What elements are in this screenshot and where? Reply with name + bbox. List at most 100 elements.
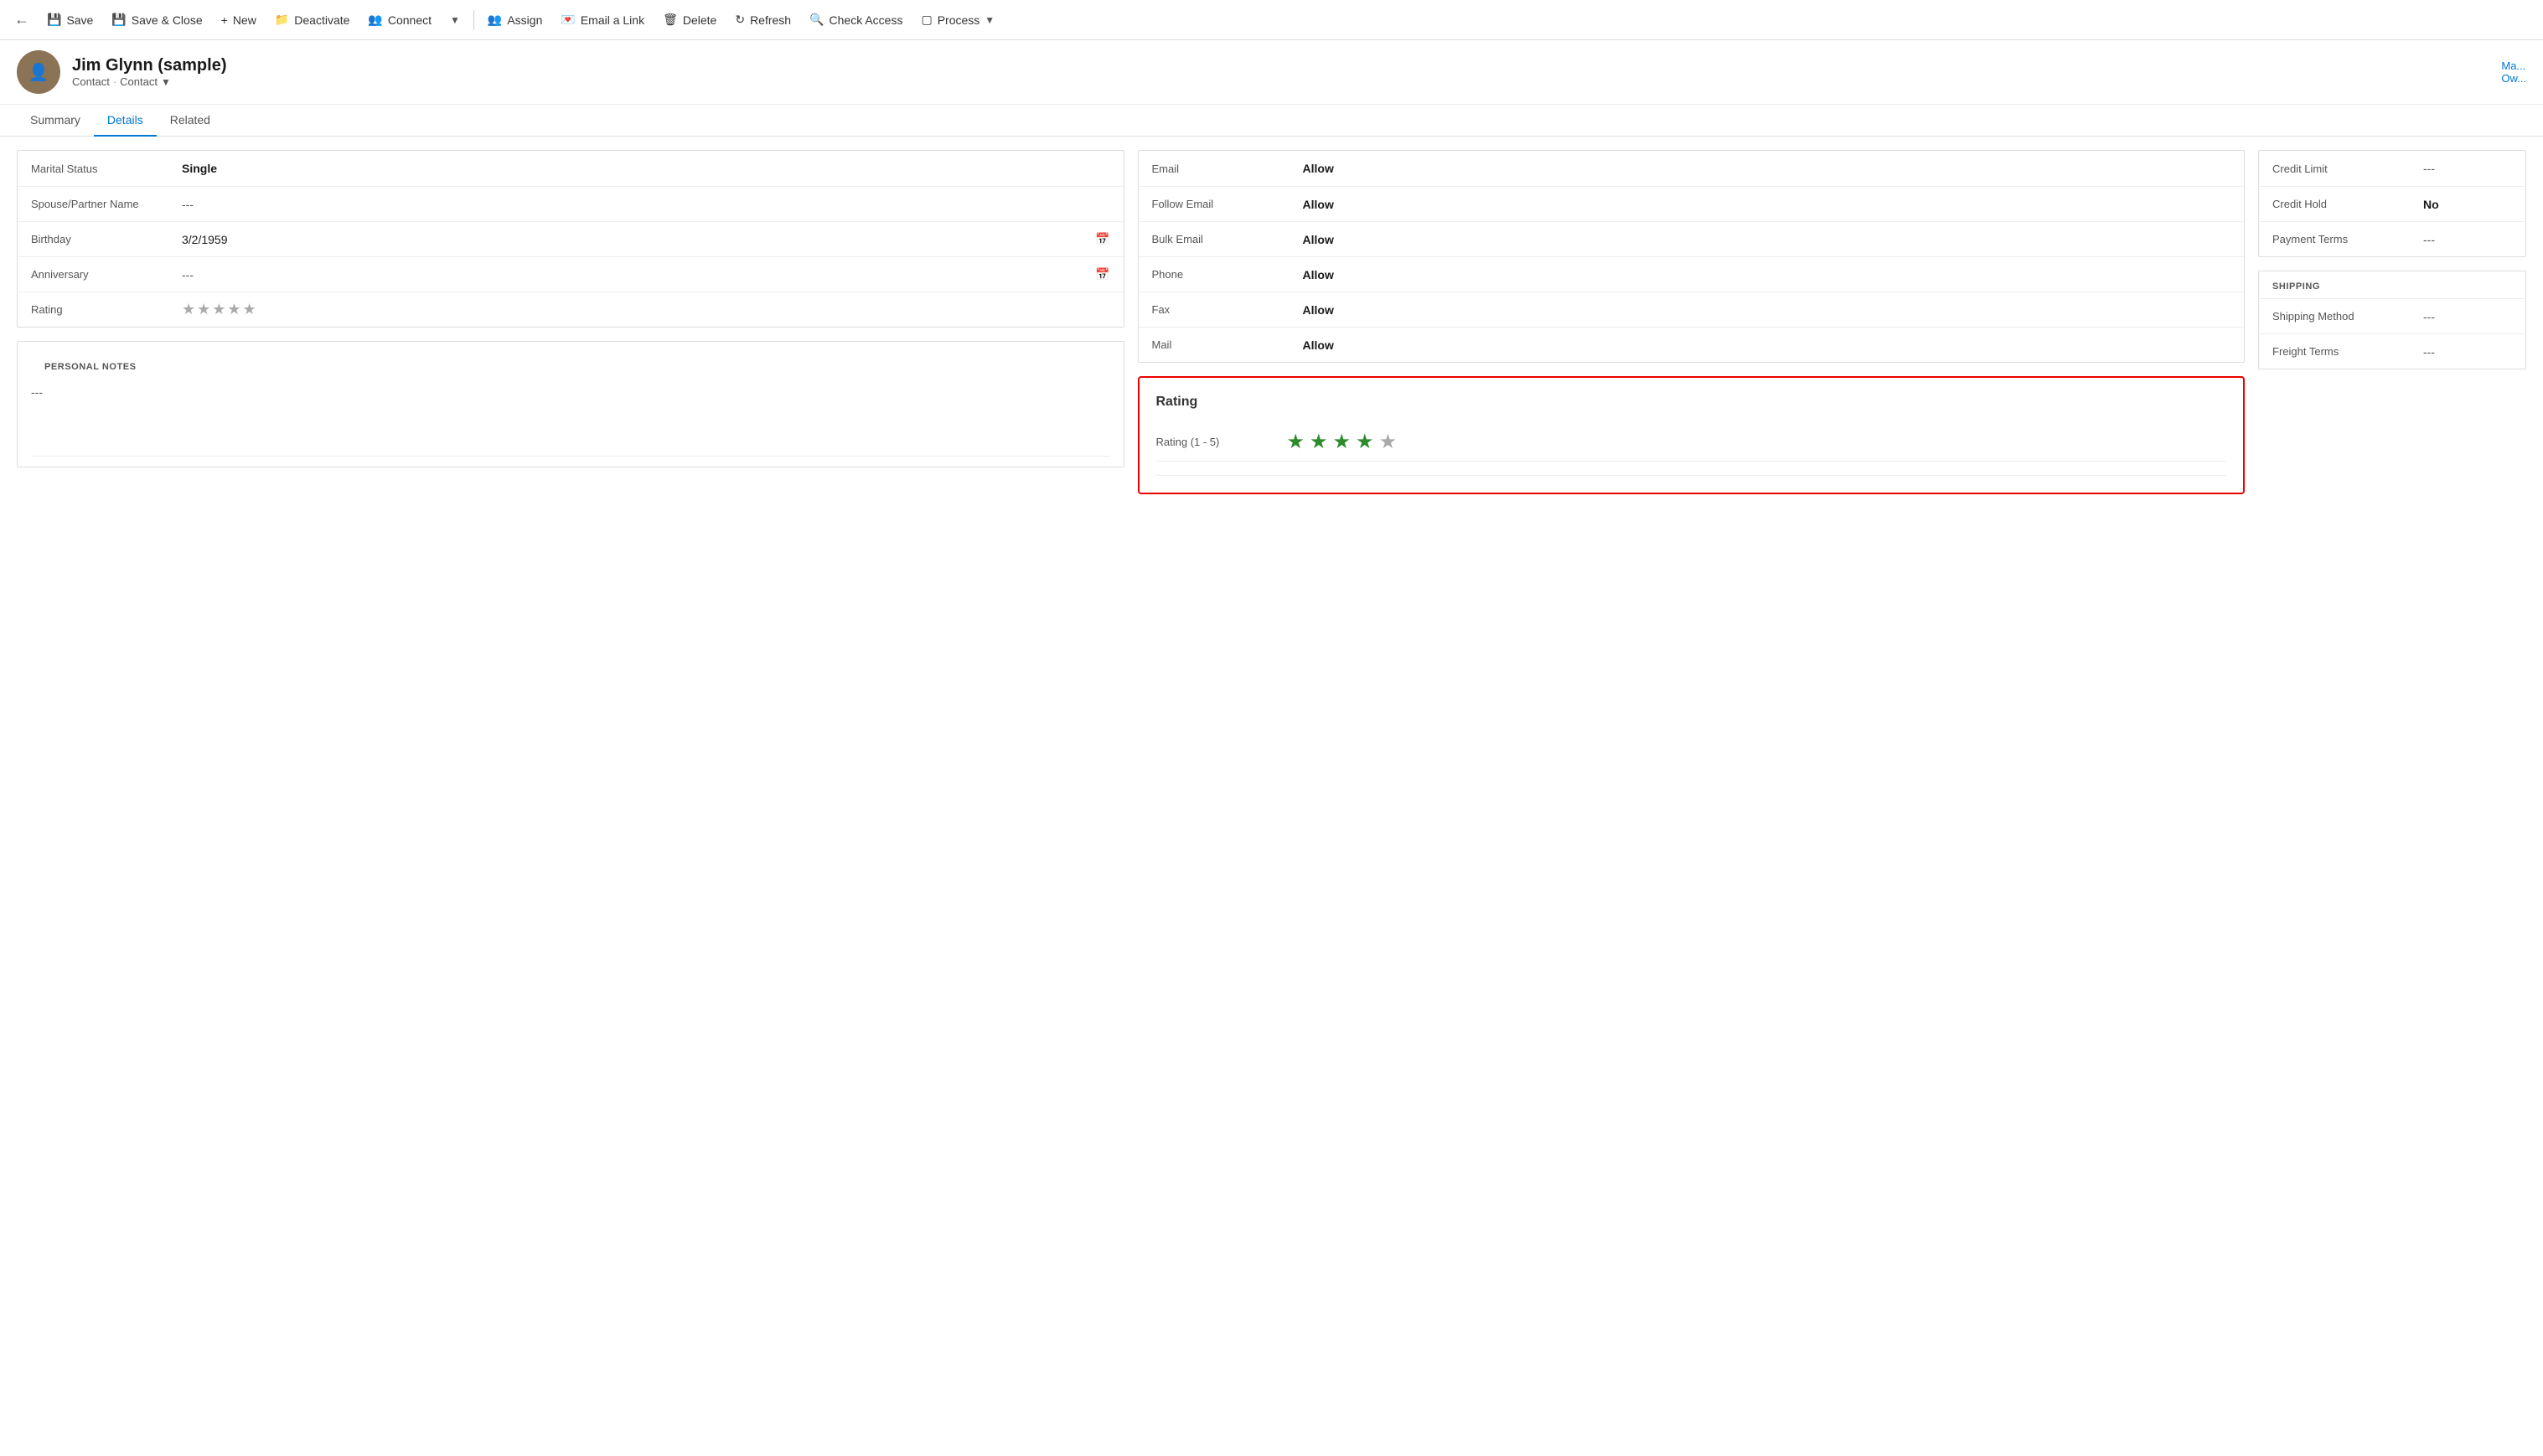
rating-popup-stars[interactable]: ★ ★ ★ ★ ★ [1287,430,1398,454]
phone-pref-row: Phone Allow [1139,256,2245,292]
fax-pref-row: Fax Allow [1139,292,2245,327]
email-pref-row: Email Allow [1139,151,2245,186]
assign-button[interactable]: 👥 Assign [479,8,550,32]
spouse-name-row: Spouse/Partner Name --- [18,186,1124,221]
delete-button[interactable]: 🗑 Delete [654,8,725,32]
dropdown-button[interactable]: ▼ [442,9,468,31]
freight-terms-value: --- [2423,345,2512,359]
credit-limit-label: Credit Limit [2272,163,2423,175]
birthday-calendar-icon[interactable]: 📅 [1095,232,1109,246]
save-close-icon: 💾 [111,13,126,27]
payment-terms-row: Payment Terms --- [2259,221,2525,256]
star-3[interactable]: ★ [1333,430,1352,454]
back-button[interactable]: ← [7,5,37,35]
mail-pref-row: Mail Allow [1139,327,2245,362]
payment-terms-value: --- [2423,233,2512,246]
bulk-email-row: Bulk Email Allow [1139,221,2245,256]
freight-terms-label: Freight Terms [2272,345,2423,358]
contact-preferences-card: Email Allow Follow Email Allow Bulk Emai… [1138,150,2246,363]
save-icon: 💾 [47,13,61,27]
tab-summary[interactable]: Summary [17,105,94,137]
deactivate-icon: 📁 [275,13,289,27]
follow-email-label: Follow Email [1152,198,1303,210]
personal-notes-value[interactable]: --- [31,379,1110,405]
rating-popup-title: Rating [1156,395,2227,410]
connect-button[interactable]: 👥 Connect [359,8,440,32]
birthday-row: Birthday 3/2/1959 📅 [18,221,1124,256]
assign-icon: 👥 [488,13,502,27]
star-5[interactable]: ★ [1379,430,1398,454]
freight-terms-row: Freight Terms --- [2259,333,2525,369]
phone-pref-value: Allow [1303,268,2231,281]
contact-name: Jim Glynn (sample) [72,56,227,75]
avatar: 👤 [17,50,60,94]
breadcrumb-dropdown-icon[interactable]: ▼ [161,76,171,88]
contact-info: Jim Glynn (sample) Contact · Contact ▼ [72,56,227,88]
email-link-button[interactable]: 💌 Email a Link [552,8,653,32]
left-column: Marital Status Single Spouse/Partner Nam… [17,150,1138,1443]
rating-row: Rating ★★★★★ [18,292,1124,327]
bulk-email-label: Bulk Email [1152,233,1303,245]
anniversary-row: Anniversary --- 📅 [18,256,1124,292]
rating-popup-row: Rating (1 - 5) ★ ★ ★ ★ ★ [1156,423,2227,462]
credit-hold-row: Credit Hold No [2259,186,2525,221]
breadcrumb: Contact · Contact ▼ [72,75,227,88]
new-button[interactable]: + New [213,8,265,32]
marital-status-row: Marital Status Single [18,151,1124,186]
personal-info-card: Marital Status Single Spouse/Partner Nam… [17,150,1124,328]
refresh-button[interactable]: ↻ Refresh [726,8,799,32]
fax-pref-value: Allow [1303,303,2231,317]
check-access-icon: 🔍 [809,13,824,27]
star-4[interactable]: ★ [1356,430,1374,454]
anniversary-label: Anniversary [31,268,182,281]
fax-pref-label: Fax [1152,303,1303,316]
email-pref-label: Email [1152,163,1303,175]
bulk-email-value: Allow [1303,233,2231,246]
save-button[interactable]: 💾 Save [39,8,101,32]
credit-hold-value: No [2423,198,2512,211]
rating-popup: Rating Rating (1 - 5) ★ ★ ★ ★ ★ [1138,376,2246,494]
star-2[interactable]: ★ [1310,430,1328,454]
delete-icon: 🗑 [663,13,678,27]
tab-details[interactable]: Details [94,105,157,137]
mail-pref-label: Mail [1152,338,1303,351]
shipping-method-row: Shipping Method --- [2259,298,2525,333]
rating-popup-label: Rating (1 - 5) [1156,436,1274,448]
shipping-title: SHIPPING [2259,271,2525,298]
birthday-value: 3/2/1959 📅 [182,232,1110,246]
right-column: Credit Limit --- Credit Hold No Payment … [2258,150,2526,1443]
process-button[interactable]: ▢ Process ▼ [912,8,1003,32]
deactivate-button[interactable]: 📁 Deactivate [266,8,359,32]
personal-notes-card: PERSONAL NOTES --- [17,341,1124,467]
payment-terms-label: Payment Terms [2272,233,2423,245]
marital-status-value: Single [182,162,1110,175]
process-icon: ▢ [921,13,932,27]
main-content: Marital Status Single Spouse/Partner Nam… [0,137,2543,1456]
shipping-card: SHIPPING Shipping Method --- Freight Ter… [2258,271,2526,369]
star-1[interactable]: ★ [1287,430,1305,454]
save-close-button[interactable]: 💾 Save & Close [103,8,210,32]
mail-pref-value: Allow [1303,338,2231,352]
follow-email-value: Allow [1303,198,2231,211]
toolbar-separator [473,10,474,30]
check-access-button[interactable]: 🔍 Check Access [801,8,911,32]
shipping-method-label: Shipping Method [2272,310,2423,323]
email-icon: 💌 [561,13,575,27]
follow-email-row: Follow Email Allow [1139,186,2245,221]
breadcrumb-1[interactable]: Contact [72,75,110,88]
anniversary-calendar-icon[interactable]: 📅 [1095,267,1109,281]
anniversary-value: --- 📅 [182,267,1110,281]
middle-column: Email Allow Follow Email Allow Bulk Emai… [1138,150,2259,1443]
spouse-name-value: --- [182,198,1110,211]
tab-bar: Summary Details Related [0,105,2543,137]
spouse-name-label: Spouse/Partner Name [31,198,182,210]
email-pref-value: Allow [1303,162,2231,175]
rating-stars[interactable]: ★★★★★ [182,301,258,318]
tab-related[interactable]: Related [157,105,224,137]
birthday-label: Birthday [31,233,182,245]
phone-pref-label: Phone [1152,268,1303,281]
credit-limit-row: Credit Limit --- [2259,151,2525,186]
shipping-method-value: --- [2423,310,2512,323]
breadcrumb-2[interactable]: Contact [120,75,158,88]
top-right-info: Ma...Ow... [2501,59,2526,85]
